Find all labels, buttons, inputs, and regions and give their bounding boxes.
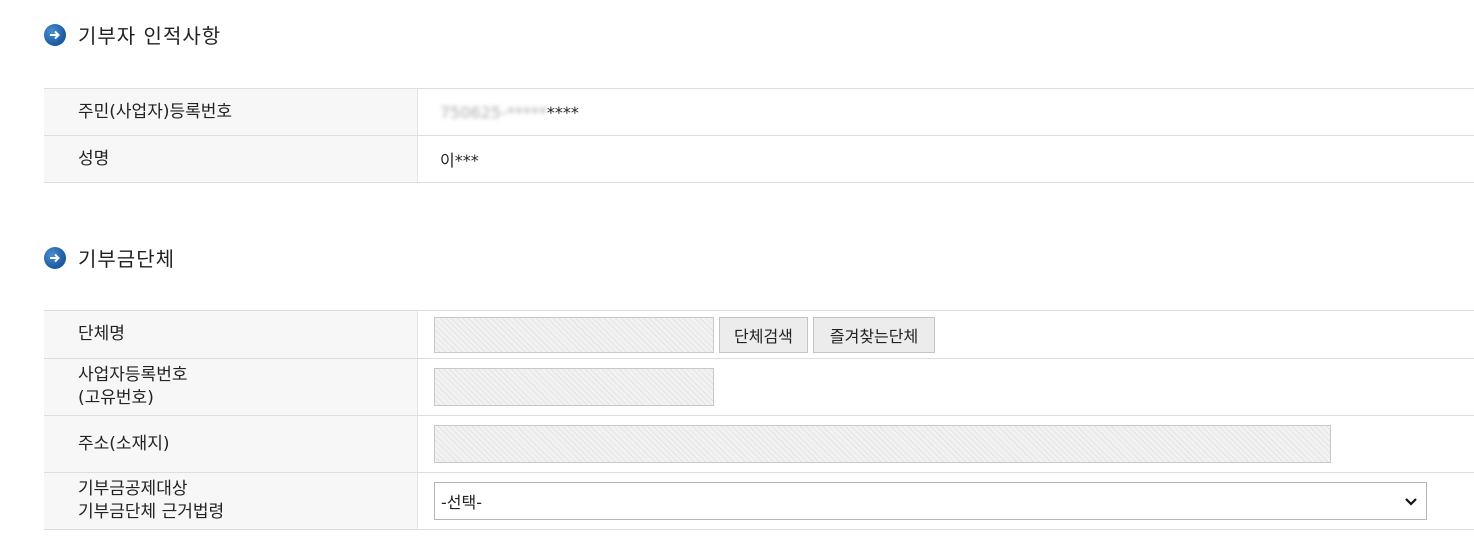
chevron-down-icon xyxy=(1404,492,1418,511)
table-row: 단체명 단체검색 즐겨찾는단체 xyxy=(44,311,1474,359)
field-label: 사업자등록번호 (고유번호) xyxy=(44,359,418,415)
biz-number-input[interactable] xyxy=(434,368,714,406)
field-label: 성명 xyxy=(44,136,418,182)
address-input[interactable] xyxy=(434,425,1331,463)
org-name-value: 단체검색 즐겨찾는단체 xyxy=(418,311,1474,358)
section-title: 기부금단체 xyxy=(78,247,175,271)
arrow-right-circle-icon xyxy=(44,23,66,46)
reg-number-value: 750625-***** **** xyxy=(418,89,1474,135)
table-row: 기부금공제대상 기부금단체 근거법령 -선택- xyxy=(44,473,1474,530)
field-label: 주소(소재지) xyxy=(44,416,418,472)
reg-number-suffix: **** xyxy=(546,102,579,122)
org-section-header: 기부금단체 xyxy=(44,243,175,272)
reg-number-masked: 750625-***** xyxy=(440,102,547,122)
table-row: 성명 이*** xyxy=(44,136,1474,183)
select-value: -선택- xyxy=(441,493,482,512)
biz-number-value xyxy=(418,359,1474,415)
favorite-org-button[interactable]: 즐겨찾는단체 xyxy=(812,316,936,353)
field-label: 단체명 xyxy=(44,311,418,358)
field-label-line: (고유번호) xyxy=(78,388,154,408)
legal-basis-select[interactable]: -선택- xyxy=(434,482,1427,520)
table-row: 주소(소재지) xyxy=(44,416,1474,473)
legal-basis-value: -선택- xyxy=(418,473,1474,529)
field-label-line: 기부금공제대상 xyxy=(78,479,188,499)
address-value xyxy=(418,416,1474,472)
table-row: 주민(사업자)등록번호 750625-***** **** xyxy=(44,89,1474,136)
donor-info-table: 주민(사업자)등록번호 750625-***** **** 성명 이*** xyxy=(44,88,1474,183)
org-name-input[interactable] xyxy=(434,316,714,353)
field-label-line: 기부금단체 근거법령 xyxy=(78,502,225,522)
org-search-button[interactable]: 단체검색 xyxy=(719,316,808,353)
field-label: 주민(사업자)등록번호 xyxy=(44,89,418,135)
donor-section-header: 기부자 인적사항 xyxy=(44,20,221,49)
field-label: 기부금공제대상 기부금단체 근거법령 xyxy=(44,473,418,529)
table-row: 사업자등록번호 (고유번호) xyxy=(44,359,1474,416)
org-info-table: 단체명 단체검색 즐겨찾는단체 사업자등록번호 (고유번호) 주소(소재지) 기… xyxy=(44,310,1474,530)
field-label-line: 사업자등록번호 xyxy=(78,365,188,385)
section-title: 기부자 인적사항 xyxy=(78,24,222,48)
name-value: 이*** xyxy=(440,151,479,170)
arrow-right-circle-icon xyxy=(44,246,66,269)
